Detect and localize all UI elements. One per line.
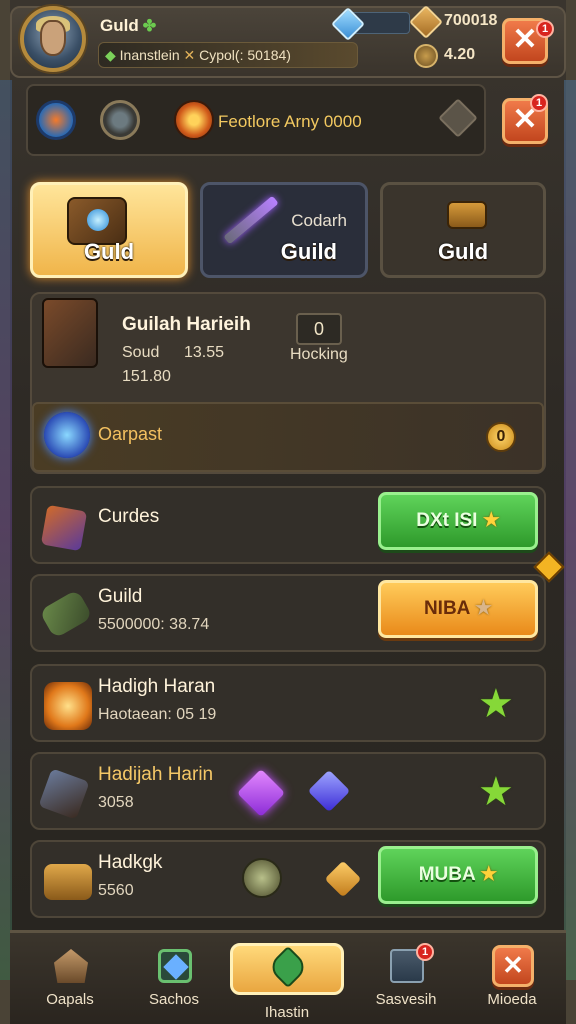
guild-subtitle-extra: Cypol(: 50184) xyxy=(199,47,291,63)
shield-axe-icon xyxy=(42,298,98,368)
left-border-decoration xyxy=(0,80,12,980)
treasure-chest-icon xyxy=(67,197,127,245)
currency-bronze-value: 4.20 xyxy=(444,46,476,63)
row-action-button[interactable]: MUBA ★ xyxy=(378,846,538,904)
clover-icon: ✤ xyxy=(142,18,157,35)
top-close-badge: 1 xyxy=(536,20,554,38)
tab-guild-2[interactable]: Codarh Guild xyxy=(200,182,368,278)
player-avatar[interactable] xyxy=(20,6,86,72)
row-action-label: MUBA xyxy=(418,864,475,885)
nav-item-sasvesih[interactable]: 1 Sasvesih xyxy=(356,939,456,1019)
green-star-icon[interactable]: ★ xyxy=(478,772,514,812)
nav-label: Oapals xyxy=(46,991,94,1008)
nav-label: Sachos xyxy=(148,991,200,1008)
nav-label: Ihastin xyxy=(264,1004,310,1021)
hero-card-line1-a: Soud xyxy=(122,344,160,361)
row-title: Hadijah Harin xyxy=(98,764,214,785)
relic-orb-icon xyxy=(242,858,282,898)
bronze-coin-icon xyxy=(414,44,438,68)
bottom-navigation: Oapals Sachos Ihastin 1 Sasvesih ✕ Mioed… xyxy=(10,930,566,1024)
nav-item-oapals[interactable]: Oapals xyxy=(20,939,120,1019)
toolbar-close-badge: 1 xyxy=(530,94,548,112)
tab-guild-3-label: Guld xyxy=(437,239,489,264)
scroll-bundle-icon xyxy=(44,864,92,900)
crossed-arrows-icon xyxy=(40,504,88,552)
scroll-log-icon xyxy=(447,201,487,229)
flame-orb-icon xyxy=(174,100,214,140)
crossed-sword-icon xyxy=(38,768,90,820)
star-icon: ★ xyxy=(482,510,500,531)
tab-guild-1-label: Guld xyxy=(83,239,135,264)
gear-icon[interactable] xyxy=(100,100,140,140)
row-sub: 5560 xyxy=(98,882,134,899)
guild-name-text: Guld xyxy=(100,16,139,35)
toolbar-text: Feotlore Arny 0000 xyxy=(218,112,362,131)
chest-gem-icon xyxy=(87,209,109,231)
row-action-label: DXt ISI xyxy=(416,510,478,531)
list-item: Hadigh Haran Haotaean: 05 19 ★ xyxy=(30,664,546,742)
row-action-button[interactable]: DXt ISI ★ xyxy=(378,492,538,550)
row-title: Guild xyxy=(98,586,143,607)
gem-inner xyxy=(163,954,189,980)
swords-icon: ✕ xyxy=(183,47,196,63)
list-item: Hadijah Harin 3058 ★ xyxy=(30,752,546,830)
nav-label: Sasvesih xyxy=(375,991,437,1008)
row-action-button[interactable]: NIBA ★ xyxy=(378,580,538,638)
hero-stat-box: 0 xyxy=(296,313,342,345)
nav-item-mioeda[interactable]: ✕ Mioeda xyxy=(462,939,562,1019)
right-border-decoration xyxy=(564,80,576,980)
blue-crystal-icon xyxy=(307,769,351,813)
hero-card-line1-b: 13.55 xyxy=(184,344,225,361)
nav-item-ihastin[interactable]: Ihastin xyxy=(230,943,344,1021)
close-icon: ✕ xyxy=(492,945,534,987)
guild-name-header: Guld ✤ xyxy=(100,16,156,36)
avatar-face xyxy=(40,20,66,56)
leaf-icon: ◆ xyxy=(105,47,116,63)
row-sub: Haotaean: 05 19 xyxy=(98,706,217,723)
hero-card-title: Guilah Harieih xyxy=(122,314,251,335)
sword-icon xyxy=(223,195,279,245)
tab-guild-3[interactable]: Guld xyxy=(380,182,546,278)
row-sub: 3058 xyxy=(98,794,134,811)
fire-shield-icon[interactable] xyxy=(36,100,76,140)
house-icon xyxy=(54,949,88,983)
tab-guild-2-sub: Codarh xyxy=(291,211,347,230)
leaf-icon xyxy=(266,945,310,989)
nav-label: Mioeda xyxy=(487,991,537,1008)
star-icon: ★ xyxy=(480,864,498,885)
hero-strip-coin: 0 xyxy=(486,422,516,452)
nav-item-sachos[interactable]: Sachos xyxy=(124,939,224,1019)
gold-gem-icon xyxy=(324,860,362,898)
nav-badge: 1 xyxy=(416,943,434,961)
cannon-icon xyxy=(38,589,94,639)
purple-crystal-icon xyxy=(236,768,286,818)
guild-subtitle-bar: ◆ Inanstlein ✕ Cypol(: 50184) xyxy=(98,42,358,68)
row-action-label: NIBA xyxy=(423,598,470,619)
star-icon: ★ xyxy=(474,598,493,619)
fire-emblem-icon xyxy=(44,682,92,730)
hero-stat-label: Hocking xyxy=(290,346,348,363)
currency-gold-value: 700018 xyxy=(444,12,498,29)
tab-guild-2-label: Guild xyxy=(280,239,337,264)
tab-guild-1[interactable]: Guld xyxy=(30,182,188,278)
row-title: Curdes xyxy=(98,506,160,527)
row-title: Hadkgk xyxy=(98,852,163,873)
guild-subtitle-text: Inanstlein xyxy=(119,47,180,63)
hero-card-line2: 151.80 xyxy=(122,368,171,385)
green-star-icon[interactable]: ★ xyxy=(478,684,514,724)
magic-blade-icon xyxy=(44,412,90,458)
row-title: Hadigh Haran xyxy=(98,676,216,697)
row-sub: 5500000: 38.74 xyxy=(98,616,210,633)
hero-strip-label: Oarpast xyxy=(98,424,163,444)
gem-icon xyxy=(158,949,192,983)
